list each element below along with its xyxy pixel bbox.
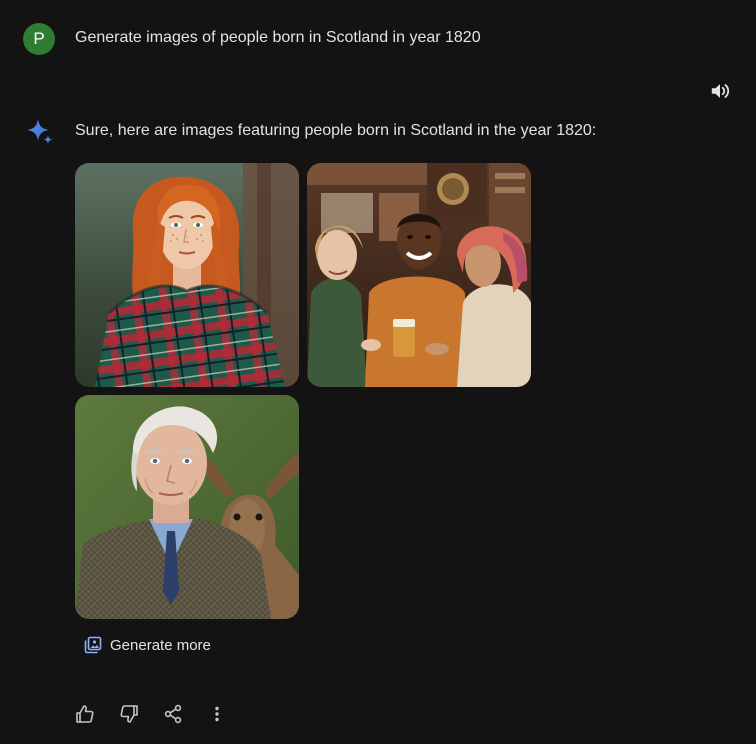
generate-more-label: Generate more [110, 636, 211, 654]
avatar-initial: P [33, 29, 45, 48]
pub-group-image [307, 163, 531, 387]
user-avatar[interactable]: P [23, 23, 55, 55]
share-icon [164, 704, 182, 724]
volume-up-icon [711, 84, 730, 98]
thumb-down-icon [120, 705, 138, 723]
more-options-button[interactable] [205, 702, 229, 726]
elderly-man-deer-image [75, 395, 299, 619]
read-aloud-button[interactable] [706, 78, 734, 104]
thumb-up-icon [76, 705, 94, 723]
chat-page: P Generate images of people born in Scot… [0, 0, 756, 744]
response-text: Sure, here are images featuring people b… [75, 122, 597, 139]
woman-tartan-image [75, 163, 299, 387]
more-vert-icon [215, 706, 219, 722]
thumbs-up-button[interactable] [73, 702, 97, 726]
thumbs-down-button[interactable] [117, 702, 141, 726]
share-button[interactable] [161, 702, 185, 726]
user-prompt: Generate images of people born in Scotla… [75, 29, 481, 46]
photo-library-icon [84, 636, 102, 654]
response-actions [73, 702, 229, 726]
generated-image-1[interactable] [75, 163, 299, 387]
generated-image-3[interactable] [75, 395, 299, 619]
generate-more-button[interactable]: Generate more [76, 626, 221, 664]
generated-image-2[interactable] [307, 163, 531, 387]
gemini-sparkle-icon [25, 117, 55, 147]
